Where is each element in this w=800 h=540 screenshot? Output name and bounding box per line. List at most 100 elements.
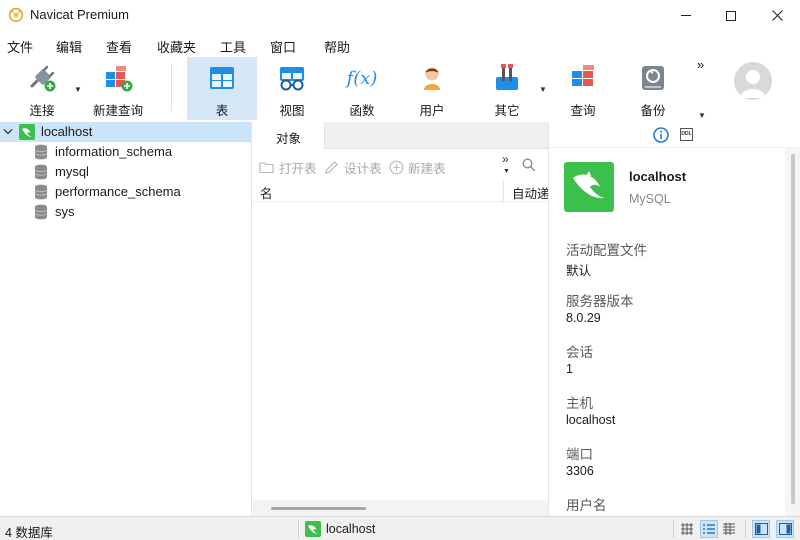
menu-file[interactable]: 文件	[7, 37, 33, 56]
toggle-info-pane-button[interactable]	[776, 520, 794, 538]
toggle-nav-pane-button[interactable]	[752, 520, 770, 538]
maximize-button[interactable]	[708, 0, 754, 31]
list-view-icon	[703, 524, 715, 534]
pencil-icon	[325, 161, 338, 174]
open-table-button[interactable]: 打开表	[259, 158, 317, 177]
status-connection: localhost	[305, 521, 375, 537]
new-table-button[interactable]: 新建表	[389, 158, 446, 177]
column-header-name[interactable]: 名	[260, 183, 273, 202]
toolbar-separator	[171, 63, 172, 111]
new-query-button[interactable]: 新建查询	[88, 57, 148, 120]
database-icon	[34, 164, 48, 180]
table-label: 表	[215, 104, 229, 118]
vertical-scrollbar[interactable]	[785, 148, 800, 516]
tree-database-item[interactable]: performance_schema	[0, 182, 251, 202]
plus-circle-icon	[389, 160, 404, 175]
menu-tools[interactable]: 工具	[220, 37, 246, 56]
database-name: information_schema	[55, 144, 173, 159]
info-label: 服务器版本	[566, 294, 634, 309]
view-label: 视图	[279, 104, 305, 118]
new-query-label: 新建查询	[92, 104, 143, 118]
chevron-down-icon[interactable]	[3, 128, 13, 136]
info-label: 用户名	[566, 498, 607, 513]
detail-view-icon	[723, 523, 735, 535]
status-divider	[298, 520, 299, 538]
object-toolbar: 打开表 设计表 新建表 » ▼	[253, 150, 548, 180]
mysql-connection-icon	[19, 124, 35, 140]
info-icon[interactable]	[653, 127, 669, 143]
function-icon: f(x)	[346, 67, 378, 89]
query-icon	[572, 65, 594, 86]
list-view-button[interactable]	[700, 520, 718, 538]
menu-view[interactable]: 查看	[106, 37, 132, 56]
query-button[interactable]: 查询	[548, 57, 618, 120]
view-glasses-icon	[280, 67, 304, 91]
scrollbar-thumb[interactable]	[791, 154, 795, 504]
database-icon	[34, 144, 48, 160]
scrollbar-thumb[interactable]	[271, 507, 366, 510]
status-bar: 4 数据库 localhost	[0, 516, 800, 540]
minimize-button[interactable]	[663, 0, 709, 31]
navicat-logo-icon	[8, 7, 24, 23]
backup-button[interactable]: 备份	[618, 57, 688, 120]
grid-view-icon	[681, 523, 693, 535]
tools-icon	[496, 64, 518, 90]
database-name: mysql	[55, 164, 89, 179]
tree-database-item[interactable]: information_schema	[0, 142, 251, 162]
other-button[interactable]: 其它	[472, 57, 542, 120]
mysql-logo	[564, 162, 614, 212]
grid-view-button[interactable]	[679, 521, 695, 537]
view-button[interactable]: 视图	[257, 57, 327, 120]
info-label: 端口	[566, 447, 593, 462]
tab-objects[interactable]: 对象	[253, 122, 325, 150]
main-toolbar: 连接 ▼ 新建查询 表 视图 f(x) 函数 用户 其它 ▼ 查询 备份 » ▼	[0, 57, 800, 122]
ddl-icon[interactable]: DDL	[680, 128, 693, 141]
design-table-label: 设计表	[344, 162, 382, 176]
search-icon[interactable]	[522, 158, 536, 172]
other-dropdown-arrow-icon[interactable]: ▼	[539, 85, 547, 94]
toolbar-overflow-button[interactable]: »	[697, 57, 704, 72]
object-toolbar-dropdown-icon[interactable]: ▼	[503, 168, 510, 175]
left-pane-icon	[754, 523, 768, 535]
connection-type: MySQL	[629, 192, 671, 206]
database-count: 4 数据库	[5, 526, 53, 540]
info-value: 1	[566, 362, 573, 376]
window-title: Navicat Premium	[30, 7, 129, 22]
object-list-header: 名 自动递	[253, 180, 548, 202]
status-divider	[673, 520, 674, 538]
user-label: 用户	[419, 104, 445, 118]
tree-database-item[interactable]: sys	[0, 202, 251, 222]
menu-favorites[interactable]: 收藏夹	[157, 37, 196, 56]
account-avatar[interactable]	[734, 62, 772, 100]
connect-dropdown-arrow-icon[interactable]: ▼	[74, 85, 82, 94]
menu-help[interactable]: 帮助	[324, 37, 350, 56]
other-label: 其它	[494, 104, 520, 118]
maximize-icon	[726, 10, 736, 21]
object-toolbar-overflow-button[interactable]: »	[502, 152, 509, 166]
backup-icon	[642, 66, 664, 90]
tree-connection-localhost[interactable]: localhost	[0, 122, 251, 142]
column-header-auto-increment[interactable]: 自动递	[512, 183, 548, 202]
menu-edit[interactable]: 编辑	[56, 37, 82, 56]
horizontal-scrollbar[interactable]	[253, 500, 548, 516]
objects-panel: 对象 打开表 设计表 新建表 » ▼ 名 自动递	[253, 122, 548, 516]
avatar-person-icon	[740, 70, 766, 98]
database-name: performance_schema	[55, 184, 181, 199]
info-value: 3306	[566, 464, 594, 478]
table-button[interactable]: 表	[187, 57, 257, 120]
close-button[interactable]	[754, 0, 800, 31]
design-table-button[interactable]: 设计表	[324, 158, 382, 177]
toolbar-overflow-arrow-icon[interactable]: ▼	[698, 111, 706, 120]
tree-database-item[interactable]: mysql	[0, 162, 251, 182]
function-button[interactable]: f(x) 函数	[327, 57, 397, 120]
title-bar: Navicat Premium	[0, 0, 800, 31]
menu-window[interactable]: 窗口	[270, 37, 296, 56]
mysql-connection-icon	[305, 521, 321, 537]
user-button[interactable]: 用户	[397, 57, 467, 120]
detail-view-button[interactable]	[721, 521, 737, 537]
connection-tree: localhost information_schema mysql perfo…	[0, 122, 252, 516]
status-connection-name: localhost	[326, 522, 376, 536]
connect-plug-icon	[30, 65, 56, 92]
connect-button[interactable]: 连接	[12, 57, 72, 120]
query-label: 查询	[570, 104, 596, 118]
